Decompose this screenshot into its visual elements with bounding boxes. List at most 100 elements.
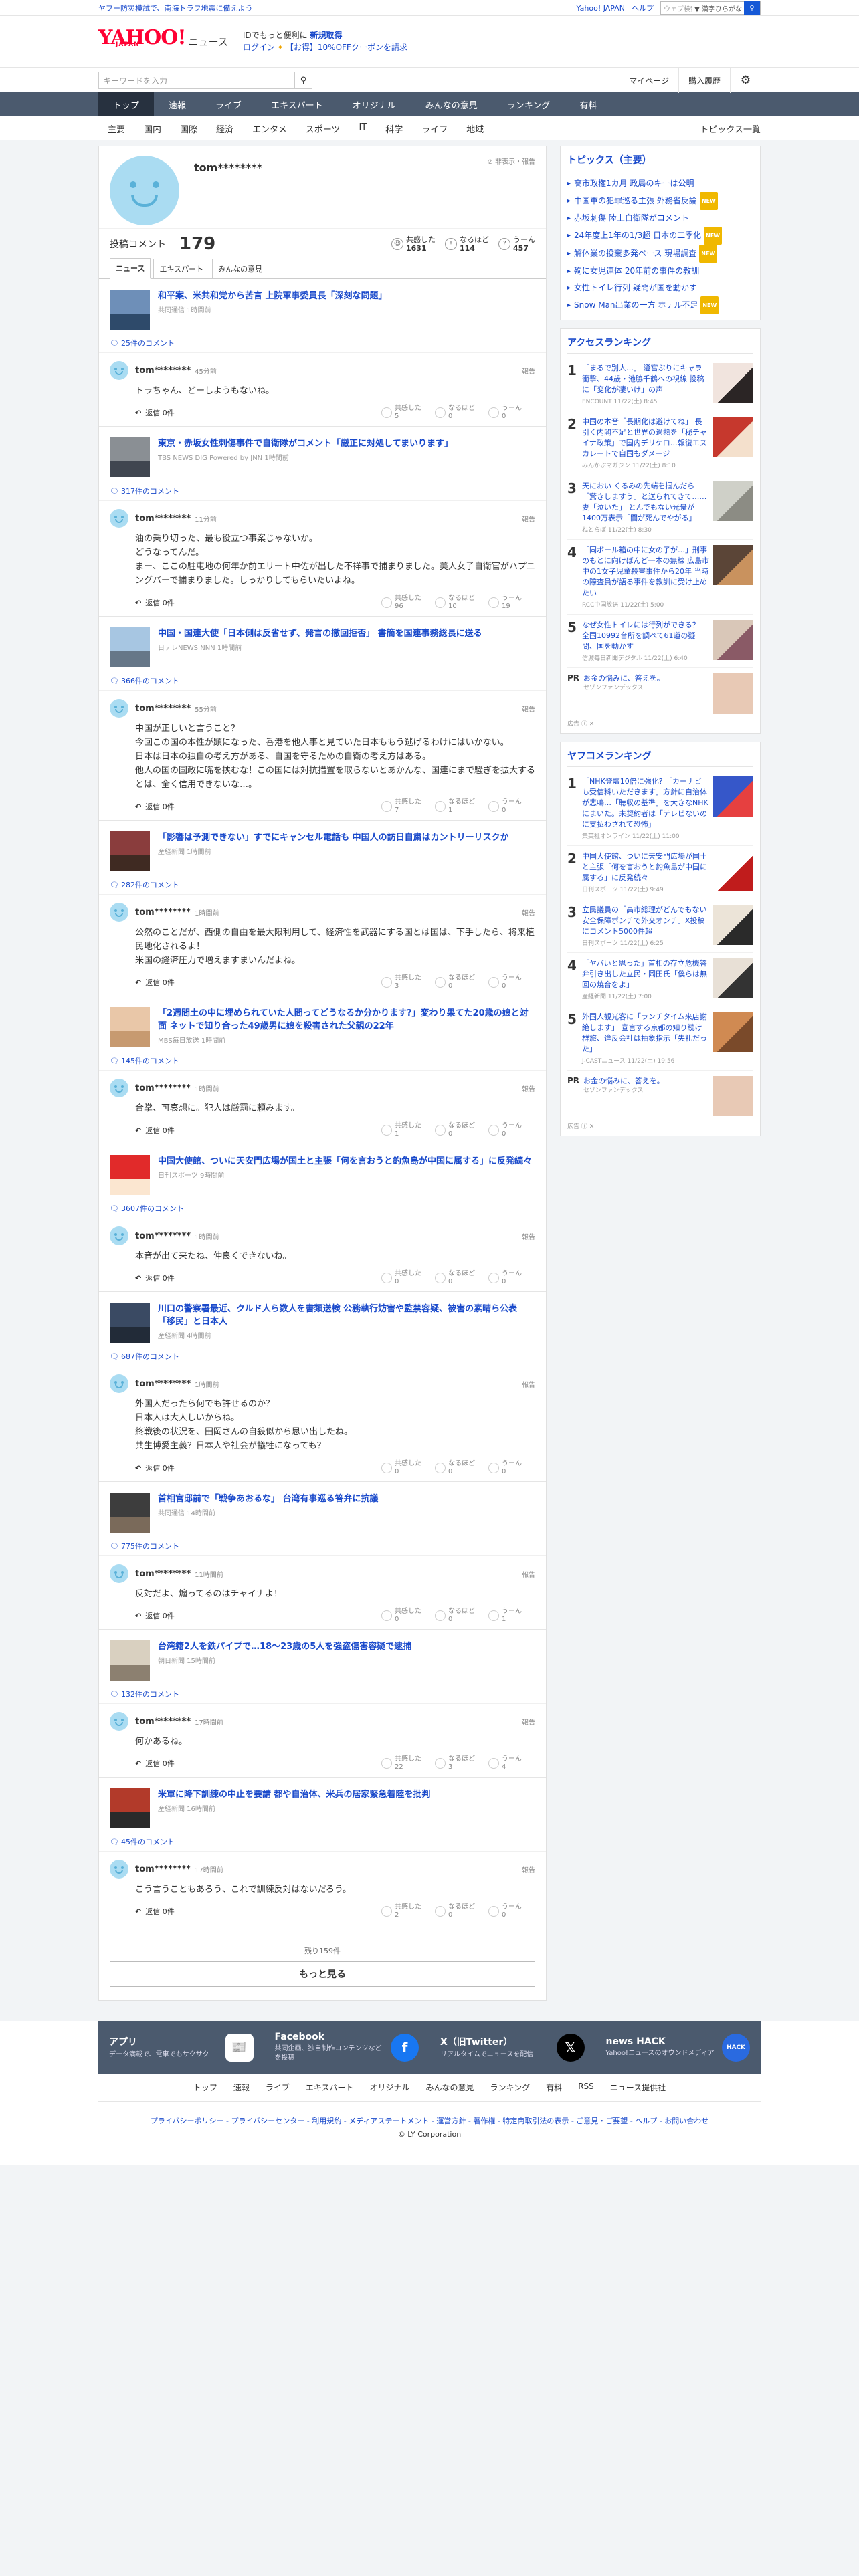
agree-button[interactable]: 共感した 0 <box>381 1460 428 1476</box>
article-comment-count[interactable]: 🗨 687件のコメント <box>99 1348 546 1366</box>
gnav-expert[interactable]: エキスパート <box>256 92 338 116</box>
article-title[interactable]: 米軍に降下訓練の中止を要請 都や自治体、米兵の居家緊急着陸を批判 <box>158 1788 431 1801</box>
login-link[interactable]: ログイン <box>243 43 275 52</box>
footer-nav-link[interactable]: 有料 <box>546 2082 562 2093</box>
article-comment-count[interactable]: 🗨 282件のコメント <box>99 877 546 895</box>
report-button[interactable]: 報告 <box>522 907 535 918</box>
hm-button[interactable]: なるほど 0 <box>435 1122 482 1138</box>
uun-button[interactable]: うーん 0 <box>488 798 535 815</box>
footer-x[interactable]: X（旧Twitter） リアルタイムでニュースを配信 𝕏 <box>430 2032 595 2063</box>
comment-user[interactable]: tom******** <box>135 1569 191 1579</box>
article-comment-count[interactable]: 🗨 775件のコメント <box>99 1538 546 1556</box>
article-title[interactable]: 東京・赤坂女性刺傷事件で自衛隊がコメント「厳正に対処してまいります」 <box>158 437 453 450</box>
report-button[interactable]: 報告 <box>522 1717 535 1727</box>
ranking-item[interactable]: 3 天におい くるみの先端を掴んだら「驚きしますう」と送られてきて……妻「泣いた」… <box>567 475 753 540</box>
ranking-item[interactable]: 4 「同ボール箱の中に女の子が…」刑事のもとに向けばんど一本の無線 広島市中の1女… <box>567 540 753 615</box>
keyword-search-input[interactable]: キーワードを入力 <box>99 75 294 86</box>
comment-user[interactable]: tom******** <box>135 1083 191 1093</box>
hm-button[interactable]: なるほど 0 <box>435 1460 482 1476</box>
ranking-item[interactable]: 5 なぜ女性トイレには行列ができる？ 全国10992台所を調べて61道の疑問、国を… <box>567 615 753 668</box>
ranking-item[interactable]: 5 外国人観光客に「ランチタイム来店謝絶します」 宣言する京都の知り続け群旅、違反… <box>567 1006 753 1071</box>
article-comment-count[interactable]: 🗨 132件のコメント <box>99 1686 546 1704</box>
comment-user[interactable]: tom******** <box>135 1231 191 1241</box>
footer-nav-link[interactable]: ライブ <box>266 2082 290 2093</box>
ranking-item[interactable]: 3 立民議員の「高市総理がどんでもない安全保障ポンチで外交オンチ」X投稿にコメント… <box>567 899 753 953</box>
gnav-paid[interactable]: 有料 <box>565 92 611 116</box>
article-card[interactable]: 中国大使館、ついに天安門広場が国土と主張「何を言おうと釣魚島が中国に属する」に反… <box>99 1144 546 1200</box>
agree-button[interactable]: 共感した 96 <box>381 595 428 611</box>
cat-it[interactable]: IT <box>349 122 376 135</box>
article-card[interactable]: 「影響は予測できない」すでにキャンセル電話も 中国人の訪日自粛はカントリーリスク… <box>99 821 546 877</box>
hm-button[interactable]: なるほど 3 <box>435 1755 482 1772</box>
comment-user[interactable]: tom******** <box>135 366 191 376</box>
uun-button[interactable]: うーん 0 <box>488 1122 535 1138</box>
help-link[interactable]: ヘルプ <box>632 3 654 13</box>
search-icon[interactable]: ⚲ <box>294 72 312 89</box>
reply-button[interactable]: ↶ 返信 0件 <box>135 977 175 988</box>
article-comment-count[interactable]: 🗨 366件のコメント <box>99 673 546 691</box>
topic-link[interactable]: ▸ 赤坂刺傷 陸上自衛隊がコメント <box>567 210 753 227</box>
article-title[interactable]: 「2週間土の中に埋められていた人間ってどうなるか分かります?」変わり果てた20歳… <box>158 1007 535 1033</box>
article-card[interactable]: 台湾籍2人を鉄パイプで…18〜23歳の5人を強盗傷害容疑で逮捕 朝日新聞 15時間… <box>99 1630 546 1686</box>
topic-link[interactable]: ▸ Snow Man出業の一方 ホテル不足 NEW <box>567 296 753 314</box>
hm-button[interactable]: なるほど 1 <box>435 798 482 815</box>
ad-info[interactable]: 広告 ⓘ ✕ <box>567 716 753 728</box>
gnav-breaking[interactable]: 速報 <box>154 92 201 116</box>
uun-button[interactable]: うーん 19 <box>488 595 535 611</box>
comment-user[interactable]: tom******** <box>135 1864 191 1874</box>
footer-nav-link[interactable]: ニュース提供社 <box>610 2082 666 2093</box>
gnav-opinion[interactable]: みんなの意見 <box>411 92 492 116</box>
article-card[interactable]: 「2週間土の中に埋められていた人間ってどうなるか分かります?」変わり果てた20歳… <box>99 996 546 1053</box>
report-button[interactable]: 報告 <box>522 366 535 376</box>
gnav-top[interactable]: トップ <box>98 92 155 116</box>
uun-button[interactable]: うーん 4 <box>488 1755 535 1772</box>
article-title[interactable]: 台湾籍2人を鉄パイプで…18〜23歳の5人を強盗傷害容疑で逮捕 <box>158 1640 411 1653</box>
uun-button[interactable]: うーん 0 <box>488 1903 535 1919</box>
reply-button[interactable]: ↶ 返信 0件 <box>135 1610 175 1621</box>
footer-app[interactable]: アプリ データ満載で、電車でもサクサク 📰 <box>98 2032 264 2063</box>
article-comment-count[interactable]: 🗨 3607件のコメント <box>99 1200 546 1218</box>
cat-entertainment[interactable]: エンタメ <box>243 122 296 135</box>
report-button[interactable]: 報告 <box>522 704 535 714</box>
comment-user[interactable]: tom******** <box>135 1717 191 1727</box>
pr-ad[interactable]: PR お金の悩みに、答えを。 セゾンファンデックス <box>567 668 753 716</box>
gnav-original[interactable]: オリジナル <box>338 92 411 116</box>
article-title[interactable]: 中国大使館、ついに天安門広場が国土と主張「何を言おうと釣魚島が中国に属する」に反… <box>158 1155 532 1168</box>
pr-ad[interactable]: PR お金の悩みに、答えを。 セゾンファンデックス <box>567 1071 753 1119</box>
cat-science[interactable]: 科学 <box>376 122 412 135</box>
cat-world[interactable]: 国際 <box>171 122 207 135</box>
ad-info[interactable]: 広告 ⓘ ✕ <box>567 1119 753 1130</box>
footer-nav-link[interactable]: 速報 <box>233 2082 250 2093</box>
article-title[interactable]: 川口の警察署最近、クルド人ら数人を書類送検 公務執行妨害や監禁容疑、被害の素晴ら… <box>158 1303 535 1328</box>
hm-button[interactable]: なるほど 0 <box>435 1903 482 1919</box>
reply-button[interactable]: ↶ 返信 0件 <box>135 1758 175 1769</box>
reply-button[interactable]: ↶ 返信 0件 <box>135 801 175 812</box>
article-title[interactable]: 中国・国連大使「日本側は反省せず、発言の撤回拒否」 書簡を国連事務総長に送る <box>158 627 482 640</box>
tab-news[interactable]: ニュース <box>110 258 151 279</box>
uun-button[interactable]: うーん 0 <box>488 405 535 421</box>
gear-icon[interactable]: ⚙ <box>730 68 761 93</box>
search-mode-select[interactable]: ▼ 漢字ひらがな <box>692 3 744 13</box>
article-title[interactable]: 「影響は予測できない」すでにキャンセル電話も 中国人の訪日自粛はカントリーリスク… <box>158 831 509 844</box>
footer-facebook[interactable]: Facebook 共同企画、独自制作コンテンツなどを投稿 f <box>264 2032 430 2063</box>
yahoo-japan-link[interactable]: Yahoo! JAPAN <box>576 4 625 13</box>
topics-title[interactable]: トピックス（主要） <box>567 152 753 171</box>
comment-user[interactable]: tom******** <box>135 907 191 918</box>
ranking-item[interactable]: 2 中国の本音「長期化は避けてね」 長引く内閣不足と世界の過熱を「秘チャイナ政策」… <box>567 411 753 475</box>
cat-sports[interactable]: スポーツ <box>296 122 350 135</box>
report-button[interactable]: 報告 <box>522 1379 535 1389</box>
web-search-input[interactable]: ウェブ検索 <box>661 3 692 13</box>
article-comment-count[interactable]: 🗨 45件のコメント <box>99 1834 546 1852</box>
ranking-item[interactable]: 1 「NHK登壇10倍に強化? 「カーナビも受信料いただきます」方針に自治体が悲鳴… <box>567 771 753 846</box>
yahoo-news-logo[interactable]: YAHOO! JAPAN ニュース <box>98 28 228 55</box>
coupon-link[interactable]: 【お得】10%OFFクーポンを請求 <box>286 43 407 52</box>
topic-link[interactable]: ▸ 解体業の投棄多発ペース 現場調査 NEW <box>567 245 753 263</box>
article-card[interactable]: 首相官邸前で「戦争あおるな」 台湾有事巡る答弁に抗議 共同通信 14時間前 <box>99 1482 546 1538</box>
ranking-item[interactable]: 4 「ヤバいと思った」首相の存立危機答弁引き出した立民・岡田氏「僕らは無回の焼合を… <box>567 953 753 1006</box>
gnav-ranking[interactable]: ランキング <box>492 92 565 116</box>
article-card[interactable]: 米軍に降下訓練の中止を要請 都や自治体、米兵の居家緊急着陸を批判 産経新聞 16時… <box>99 1778 546 1834</box>
hm-button[interactable]: なるほど 0 <box>435 974 482 990</box>
cat-life[interactable]: ライフ <box>412 122 457 135</box>
report-button[interactable]: 報告 <box>522 514 535 524</box>
hm-button[interactable]: なるほど 0 <box>435 405 482 421</box>
